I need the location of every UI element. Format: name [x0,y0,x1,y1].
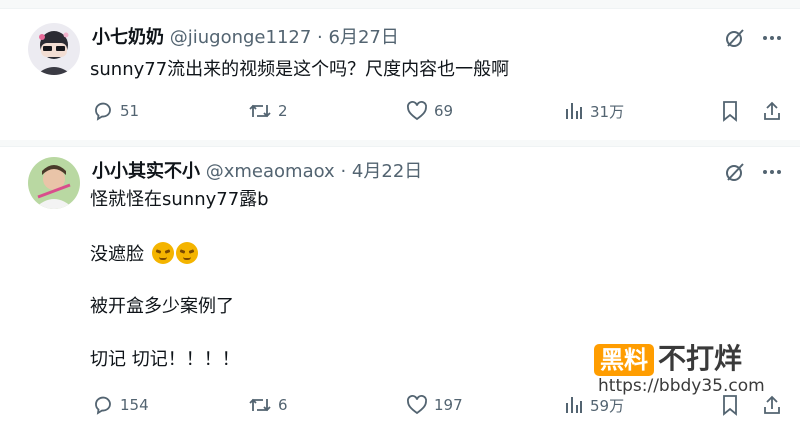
reply-count: 51 [120,102,140,120]
post-text-fragment: 没遮脸 [90,244,144,265]
user-handle[interactable]: @xmeaomaox [206,161,335,182]
watermark-badge: 黑料 [594,344,654,376]
post-text-line: 被开盒多少案例了 [90,296,234,317]
repost-button[interactable]: 2 [248,97,288,125]
grok-icon[interactable] [724,27,746,49]
post-top-actions [724,27,782,49]
like-button[interactable]: 197 [406,391,463,419]
bookmark-icon [720,394,740,416]
share-button[interactable] [762,391,782,419]
share-icon [762,100,782,122]
grok-icon[interactable] [724,161,746,183]
smirk-emoji-icon [175,242,198,264]
repost-count: 2 [278,102,288,120]
views-count: 59万 [590,396,625,415]
repost-count: 6 [278,396,288,414]
avatar[interactable] [28,157,80,209]
reply-button[interactable]: 154 [92,391,149,419]
display-name[interactable]: 小七奶奶 [92,27,164,48]
views-button[interactable]: 31万 [564,97,624,125]
post-date[interactable]: 6月27日 [329,27,399,48]
share-button[interactable] [762,97,782,125]
reply-count: 154 [120,396,149,414]
reply-icon [92,394,114,416]
repost-icon [248,100,272,122]
reply-button[interactable]: 51 [92,97,139,125]
reply-icon [92,100,114,122]
views-icon [564,101,584,121]
user-handle[interactable]: @jiugonge1127 [170,27,312,48]
separator-dot: · [317,27,323,48]
post-header: 小小其实不小 @xmeaomaox · 4月22日 [92,160,422,184]
like-count: 69 [434,102,454,120]
like-count: 197 [434,396,463,414]
display-name[interactable]: 小小其实不小 [92,161,200,182]
share-icon [762,394,782,416]
post-date[interactable]: 4月22日 [352,161,422,182]
post-text-line: 怪就怪在sunny77露b [90,189,269,210]
watermark-text: 不打烊 [658,342,743,375]
post-text: sunny77流出来的视频是这个吗？尺度内容也一般啊 [90,59,510,80]
repost-icon [248,394,272,416]
top-band [0,0,800,8]
bookmark-icon [720,100,740,122]
views-count: 31万 [590,102,625,121]
bookmark-button[interactable] [720,97,740,125]
separator-dot: · [340,161,347,182]
like-button[interactable]: 69 [406,97,453,125]
more-icon[interactable] [762,35,782,41]
post-header: 小七奶奶 @jiugonge1127 · 6月27日 [92,26,399,50]
watermark-url: https://bbdy35.com [598,376,765,396]
post-text-line: 切记 切记！！！！ [90,349,240,370]
repost-button[interactable]: 6 [248,391,288,419]
like-icon [406,100,428,122]
like-icon [406,394,428,416]
post-actions: 51 2 69 31万 [92,97,782,125]
post-top-actions [724,161,782,183]
post-1[interactable]: 小七奶奶 @jiugonge1127 · 6月27日 sunny77流出来的视频… [0,9,800,140]
views-icon [564,395,584,415]
post-text-line: 没遮脸 [90,242,198,267]
avatar[interactable] [28,23,80,75]
watermark-logo: 黑料 不打烊 [594,343,742,376]
smirk-emoji-icon [151,242,174,264]
more-icon[interactable] [762,169,782,175]
